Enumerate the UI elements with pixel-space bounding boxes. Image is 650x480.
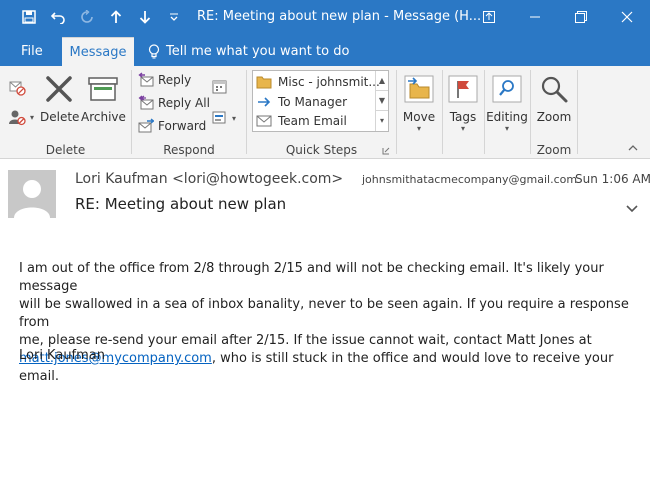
quick-access-toolbar xyxy=(0,0,188,34)
redo-button[interactable] xyxy=(72,0,101,34)
lightbulb-icon xyxy=(148,44,160,59)
forward-label: Forward xyxy=(158,119,207,133)
zoom-label: Zoom xyxy=(536,110,572,124)
forward-icon xyxy=(138,118,154,133)
editing-dropdown-icon: ▾ xyxy=(504,124,509,133)
respond-group-label: Respond xyxy=(163,143,215,157)
arrow-down-icon xyxy=(139,11,150,24)
message-body: I am out of the office from 2/8 through … xyxy=(19,260,639,386)
redo-icon xyxy=(80,10,93,23)
window-controls xyxy=(466,0,650,34)
person-silhouette-icon xyxy=(14,180,50,218)
close-icon xyxy=(621,11,633,23)
ribbon-divider xyxy=(484,70,485,154)
tags-button[interactable]: Tags ▾ xyxy=(445,72,481,133)
zoom-button[interactable]: Zoom xyxy=(534,72,574,124)
editing-button[interactable]: Editing ▾ xyxy=(486,72,528,133)
undo-icon xyxy=(50,12,65,24)
reply-button[interactable]: Reply xyxy=(138,72,191,88)
save-icon xyxy=(21,10,36,24)
ribbon-divider xyxy=(396,70,397,154)
meeting-reply-icon xyxy=(212,80,227,94)
meeting-reply-button[interactable] xyxy=(212,79,228,95)
ribbon: ▾ Delete Archive Delete Reply Reply All … xyxy=(0,66,650,159)
ribbon-display-icon xyxy=(483,11,495,23)
body-line: matt.jones@mycompany.com, who is still s… xyxy=(19,350,639,386)
message-subject: RE: Meeting about new plan xyxy=(75,195,287,213)
junk-icon xyxy=(9,110,26,126)
ribbon-divider xyxy=(442,70,443,154)
delete-label: Delete xyxy=(40,110,80,124)
chevron-down-icon[interactable] xyxy=(625,204,639,214)
reply-all-button[interactable]: Reply All xyxy=(138,95,210,111)
next-item-button[interactable] xyxy=(130,0,159,34)
reply-all-icon xyxy=(138,95,154,110)
minimize-icon xyxy=(530,16,540,18)
ignore-icon xyxy=(9,81,26,96)
move-folder-icon xyxy=(404,75,434,103)
delete-icon xyxy=(46,76,72,102)
collapse-ribbon-icon[interactable] xyxy=(628,144,638,151)
instant-message-icon xyxy=(212,111,226,124)
more-respond-button[interactable]: ▾ xyxy=(212,110,236,126)
minimize-button[interactable] xyxy=(512,0,558,34)
avatar xyxy=(8,170,56,218)
respond-group: Reply Reply All Forward ▾ Respond xyxy=(132,66,246,159)
reply-icon xyxy=(138,72,154,87)
archive-button[interactable]: Archive xyxy=(81,72,126,124)
archive-icon xyxy=(88,77,118,101)
tell-me-search[interactable]: Tell me what you want to do xyxy=(148,37,349,66)
arrow-up-icon xyxy=(110,10,121,23)
quick-steps-group: Quick Steps xyxy=(247,66,396,159)
tab-file[interactable]: File xyxy=(9,37,55,66)
undo-button[interactable] xyxy=(43,0,72,34)
flag-icon xyxy=(448,75,478,103)
recipient[interactable]: johnsmithatacmecompany@gmail.com xyxy=(362,173,577,186)
tab-message[interactable]: Message xyxy=(62,37,134,66)
more-respond-dropdown-icon: ▾ xyxy=(232,113,237,123)
forward-button[interactable]: Forward xyxy=(138,118,206,134)
tell-me-label: Tell me what you want to do xyxy=(166,44,350,59)
close-button[interactable] xyxy=(604,0,650,34)
zoom-icon xyxy=(541,76,568,103)
junk-button[interactable]: ▾ xyxy=(8,108,34,126)
archive-label: Archive xyxy=(81,110,126,124)
delete-group: ▾ Delete Archive Delete xyxy=(0,66,131,159)
ribbon-divider xyxy=(577,70,578,154)
dialog-launcher-icon[interactable] xyxy=(382,147,390,155)
sender[interactable]: Lori Kaufman <lori@howtogeek.com> xyxy=(75,171,343,187)
timestamp: Sun 1:06 AM xyxy=(575,172,650,186)
move-button[interactable]: Move ▾ xyxy=(399,72,439,133)
find-icon xyxy=(492,75,522,103)
ignore-button[interactable] xyxy=(8,78,26,96)
ribbon-display-options-button[interactable] xyxy=(466,0,512,34)
signature: Lori Kaufman xyxy=(19,348,106,363)
zoom-group-label: Zoom xyxy=(536,143,572,157)
customize-dropdown-icon xyxy=(169,13,178,21)
title-bar: RE: Meeting about new plan - Message (H.… xyxy=(0,0,650,34)
body-line: me, please re-send your email after 2/15… xyxy=(19,333,592,348)
move-label: Move xyxy=(402,110,436,124)
editing-label: Editing xyxy=(486,110,528,124)
zoom-group: Zoom Zoom xyxy=(531,66,577,159)
delete-group-label: Delete xyxy=(45,143,86,157)
tags-label: Tags xyxy=(449,110,477,124)
move-dropdown-icon: ▾ xyxy=(416,124,421,133)
body-line: will be swallowed in a sea of inbox bana… xyxy=(19,297,629,330)
delete-button[interactable]: Delete xyxy=(40,72,80,124)
save-button[interactable] xyxy=(14,0,43,34)
customize-toolbar-button[interactable] xyxy=(159,0,188,34)
restore-button[interactable] xyxy=(558,0,604,34)
reply-all-label: Reply All xyxy=(158,96,210,110)
previous-item-button[interactable] xyxy=(101,0,130,34)
reply-label: Reply xyxy=(158,73,192,87)
junk-dropdown-icon: ▾ xyxy=(30,112,35,122)
body-line: I am out of the office from 2/8 through … xyxy=(19,261,604,294)
tags-dropdown-icon: ▾ xyxy=(460,124,465,133)
quick-steps-group-label: Quick Steps xyxy=(285,143,358,157)
restore-icon xyxy=(575,11,587,23)
window-title: RE: Meeting about new plan - Message (H.… xyxy=(197,9,482,24)
ribbon-tabs: File Message Tell me what you want to do xyxy=(0,34,650,66)
message-header: Lori Kaufman <lori@howtogeek.com> johnsm… xyxy=(0,160,650,230)
